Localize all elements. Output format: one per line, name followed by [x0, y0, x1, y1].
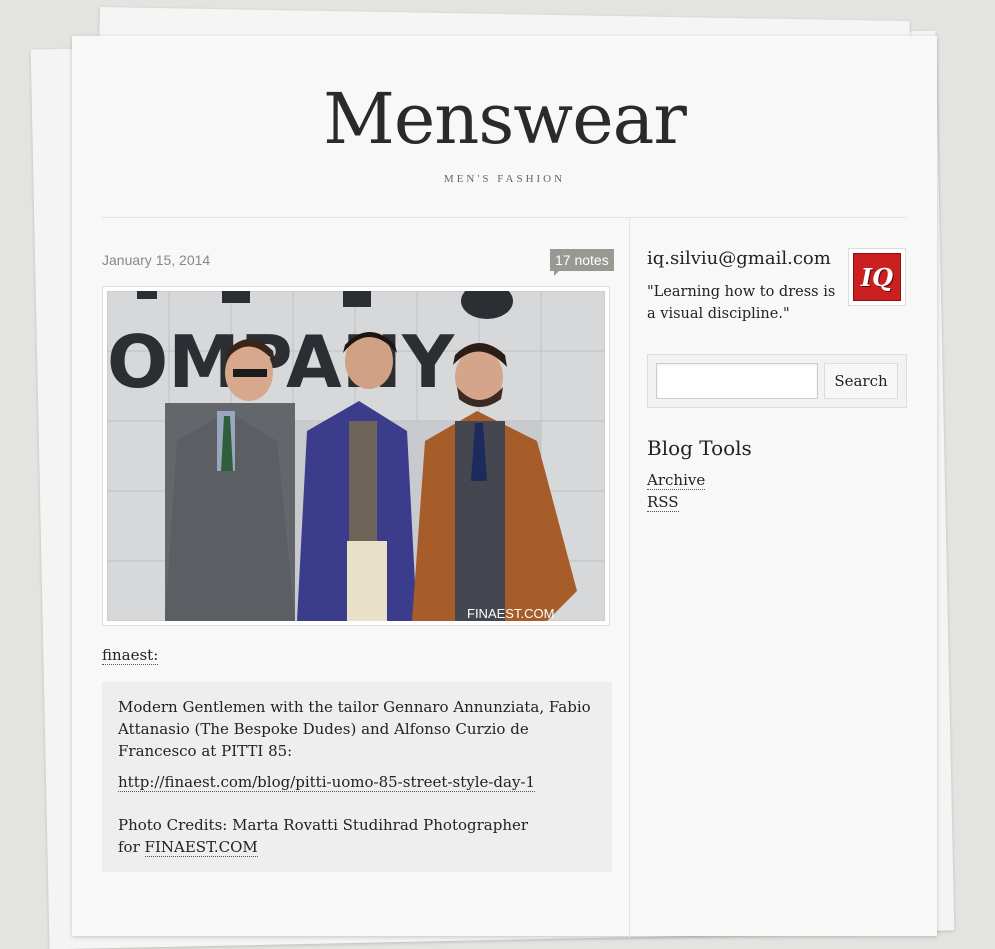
blog-tools-title: Blog Tools: [647, 436, 752, 460]
column-divider: [629, 218, 630, 938]
credits-link[interactable]: FINAEST.COM: [144, 838, 258, 857]
blog-title[interactable]: Menswear: [72, 78, 937, 160]
avatar-logo: IQ: [853, 253, 901, 301]
search-form: Search: [647, 354, 907, 408]
post-photo[interactable]: OMPANY FINAEST.COM: [102, 286, 610, 626]
search-button[interactable]: Search: [824, 363, 898, 399]
quote-link[interactable]: http://finaest.com/blog/pitti-uomo-85-st…: [118, 773, 536, 792]
archive-link[interactable]: Archive: [647, 471, 706, 490]
quote-text: Modern Gentlemen with the tailor Gennaro…: [118, 698, 591, 760]
post-photo-image: OMPANY FINAEST.COM: [107, 291, 605, 621]
blog-tagline: MEN'S FASHION: [443, 173, 566, 185]
blog-email: iq.silviu@gmail.com: [647, 248, 831, 269]
svg-text:OMPANY: OMPANY: [107, 320, 455, 404]
blog-description: "Learning how to dress is a visual disci…: [647, 284, 836, 322]
rss-link[interactable]: RSS: [647, 493, 679, 512]
photo-watermark: FINAEST.COM: [467, 606, 554, 621]
header-divider: [102, 217, 907, 218]
credits-prefix: for: [118, 838, 140, 856]
search-input[interactable]: [656, 363, 818, 399]
notes-badge[interactable]: 17 notes: [550, 249, 614, 276]
post-date[interactable]: January 15, 2014: [102, 252, 210, 268]
credits-text: Photo Credits: Marta Rovatti Studihrad P…: [118, 816, 529, 834]
page: Menswear MEN'S FASHION January 15, 2014 …: [72, 36, 937, 938]
post-quote: Modern Gentlemen with the tailor Gennaro…: [102, 682, 612, 872]
source-link[interactable]: finaest:: [102, 646, 159, 665]
avatar[interactable]: IQ: [848, 248, 906, 306]
